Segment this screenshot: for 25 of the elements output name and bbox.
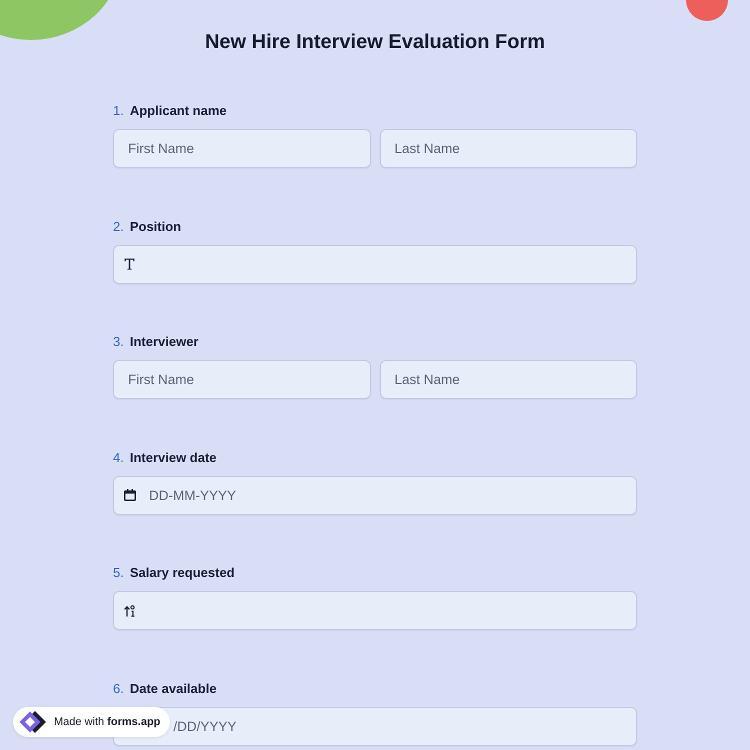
number-field[interactable] xyxy=(113,591,637,630)
question-label: Date available xyxy=(130,680,217,696)
logo-icon xyxy=(19,711,47,733)
question-label: Interviewer xyxy=(130,333,198,350)
question-number: 1. xyxy=(113,102,124,119)
name-field[interactable]: First Name xyxy=(113,360,370,399)
made-with-badge[interactable]: Made with forms.app xyxy=(13,707,170,737)
name-field[interactable]: Last Name xyxy=(380,129,637,168)
text-field[interactable] xyxy=(113,244,637,284)
text-type-icon xyxy=(124,258,135,270)
question-number: 3. xyxy=(113,333,124,350)
question-number: 2. xyxy=(113,218,124,234)
date-field[interactable]: DD-MM-YYYY xyxy=(113,476,637,514)
arrow-digit-icon xyxy=(124,604,135,616)
question-label: Salary requested xyxy=(130,564,235,581)
question-number: 4. xyxy=(113,448,124,466)
question-label: Interview date xyxy=(130,448,217,466)
question-number: 6. xyxy=(113,680,124,696)
question-label: Position xyxy=(130,218,182,234)
name-field[interactable]: Last Name xyxy=(380,360,637,399)
question-number: 5. xyxy=(113,564,124,581)
question-label: Applicant name xyxy=(130,102,227,119)
calendar-icon xyxy=(124,489,136,501)
name-field[interactable]: First Name xyxy=(113,129,370,168)
form-title: New Hire Interview Evaluation Form xyxy=(204,30,546,55)
